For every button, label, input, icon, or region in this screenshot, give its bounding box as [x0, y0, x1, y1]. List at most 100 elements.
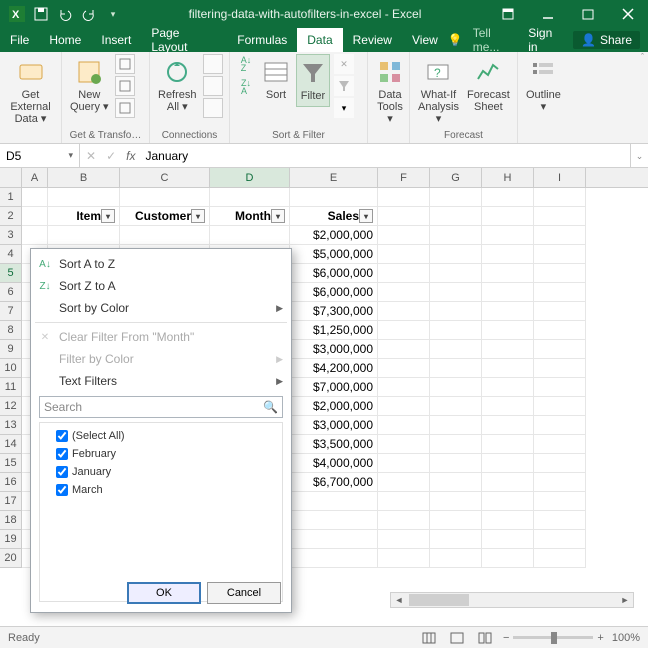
cell[interactable] [430, 245, 482, 264]
cell[interactable] [378, 207, 430, 226]
row-header[interactable]: 2 [0, 207, 22, 226]
cell[interactable] [430, 207, 482, 226]
cell[interactable] [482, 511, 534, 530]
column-header-D[interactable]: D [210, 168, 290, 187]
row-header[interactable]: 12 [0, 397, 22, 416]
column-header-E[interactable]: E [290, 168, 378, 187]
row-header[interactable]: 10 [0, 359, 22, 378]
cell[interactable] [430, 378, 482, 397]
cell[interactable]: $7,000,000 [290, 378, 378, 397]
zoom-in-icon[interactable]: + [597, 632, 603, 644]
cell[interactable] [430, 435, 482, 454]
cell[interactable] [430, 264, 482, 283]
cell[interactable] [430, 340, 482, 359]
filter-button[interactable]: Filter [296, 54, 330, 107]
cell[interactable] [430, 397, 482, 416]
filter-checkbox[interactable] [56, 430, 68, 442]
cell[interactable] [534, 283, 586, 302]
cell[interactable]: $6,000,000 [290, 283, 378, 302]
filter-checkbox[interactable] [56, 466, 68, 478]
tab-data[interactable]: Data [297, 28, 342, 52]
filter-dropdown-icon[interactable]: ▾ [191, 209, 205, 223]
cell[interactable] [482, 473, 534, 492]
cell[interactable] [430, 226, 482, 245]
sort-by-color[interactable]: Sort by Color▶ [31, 297, 291, 319]
cell[interactable]: Customer▾ [120, 207, 210, 226]
query-options[interactable] [115, 54, 135, 118]
refresh-all-button[interactable]: Refresh All ▾ [156, 54, 199, 117]
cell[interactable] [482, 378, 534, 397]
redo-icon[interactable] [80, 5, 98, 23]
cell[interactable]: $4,000,000 [290, 454, 378, 473]
cell[interactable] [378, 397, 430, 416]
select-all-corner[interactable] [0, 168, 22, 188]
page-break-view-icon[interactable] [475, 630, 495, 646]
cell[interactable] [290, 492, 378, 511]
cell[interactable] [482, 530, 534, 549]
zoom-out-icon[interactable]: − [503, 632, 509, 644]
cell[interactable] [22, 226, 48, 245]
cell[interactable] [378, 321, 430, 340]
cell[interactable] [534, 340, 586, 359]
cell[interactable] [430, 321, 482, 340]
normal-view-icon[interactable] [419, 630, 439, 646]
cell[interactable]: Month▾ [210, 207, 290, 226]
row-header[interactable]: 17 [0, 492, 22, 511]
cell[interactable] [378, 378, 430, 397]
cell[interactable] [378, 530, 430, 549]
save-icon[interactable] [32, 5, 50, 23]
column-header-I[interactable]: I [534, 168, 586, 187]
fx-icon[interactable]: fx [126, 149, 135, 163]
row-header[interactable]: 5 [0, 264, 22, 283]
filter-checkbox[interactable] [56, 484, 68, 496]
enter-formula-icon[interactable]: ✓ [106, 149, 116, 163]
cell[interactable] [534, 321, 586, 340]
cell[interactable] [534, 245, 586, 264]
what-if-button[interactable]: ?What-If Analysis ▾ [416, 54, 461, 129]
cell[interactable] [534, 207, 586, 226]
cell[interactable] [482, 359, 534, 378]
cell[interactable] [534, 473, 586, 492]
forecast-sheet-button[interactable]: Forecast Sheet [465, 54, 512, 117]
cell[interactable] [210, 188, 290, 207]
cell[interactable] [378, 454, 430, 473]
cell[interactable] [482, 188, 534, 207]
cell[interactable]: $7,300,000 [290, 302, 378, 321]
cell[interactable] [430, 283, 482, 302]
cell[interactable] [482, 321, 534, 340]
page-layout-view-icon[interactable] [447, 630, 467, 646]
expand-formula-icon[interactable]: ⌄ [630, 144, 648, 167]
cell[interactable]: Sales▾ [290, 207, 378, 226]
text-filters[interactable]: Text Filters▶ [31, 370, 291, 392]
tell-me[interactable]: Tell me... [473, 26, 519, 54]
cell[interactable] [482, 549, 534, 568]
ribbon-display-icon[interactable] [488, 0, 528, 28]
cell[interactable] [534, 530, 586, 549]
row-header[interactable]: 8 [0, 321, 22, 340]
cell[interactable] [378, 492, 430, 511]
cell[interactable] [482, 302, 534, 321]
cell[interactable] [120, 226, 210, 245]
zoom-percentage[interactable]: 100% [612, 632, 640, 644]
minimize-icon[interactable] [528, 0, 568, 28]
cell[interactable] [378, 511, 430, 530]
row-header[interactable]: 9 [0, 340, 22, 359]
undo-icon[interactable] [56, 5, 74, 23]
cell[interactable] [482, 207, 534, 226]
column-header-B[interactable]: B [48, 168, 120, 187]
data-tools-button[interactable]: Data Tools ▾ [374, 54, 406, 129]
collapse-ribbon-icon[interactable]: ˆ [641, 52, 644, 62]
cell[interactable] [482, 264, 534, 283]
cell[interactable]: $6,700,000 [290, 473, 378, 492]
close-icon[interactable] [608, 0, 648, 28]
cell[interactable]: $2,000,000 [290, 226, 378, 245]
column-header-A[interactable]: A [22, 168, 48, 187]
cell[interactable]: $4,200,000 [290, 359, 378, 378]
cell[interactable] [378, 416, 430, 435]
cell[interactable] [534, 416, 586, 435]
row-header[interactable]: 16 [0, 473, 22, 492]
cell[interactable] [534, 378, 586, 397]
cell[interactable]: $1,250,000 [290, 321, 378, 340]
row-header[interactable]: 20 [0, 549, 22, 568]
cell[interactable] [482, 416, 534, 435]
